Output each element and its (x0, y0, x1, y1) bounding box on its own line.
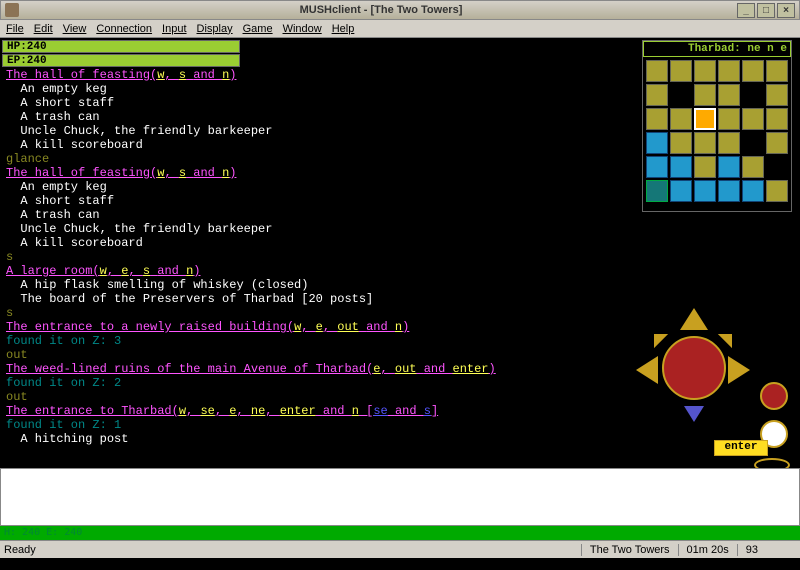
bottom-statusbar: Ready The Two Towers 01m 20s 93 (0, 540, 800, 558)
menu-display[interactable]: Display (197, 23, 233, 35)
menu-edit[interactable]: Edit (34, 23, 53, 35)
output-line: s (6, 250, 794, 264)
compass-west-icon[interactable] (636, 356, 658, 384)
close-button[interactable]: × (777, 3, 795, 18)
compass-oval-icon[interactable] (754, 458, 790, 468)
minimap-grid (643, 57, 791, 205)
compass-ne-icon[interactable] (718, 320, 746, 348)
output-line: A large room(w, e, s and n) (6, 264, 794, 278)
window-titlebar: MUSHclient - [The Two Towers] _ □ × (0, 0, 800, 20)
compass-rose (630, 308, 760, 448)
compass-aux-red[interactable] (760, 382, 788, 410)
status-ready: Ready (4, 544, 36, 556)
minimap[interactable]: Tharbad: ne n e (642, 40, 792, 212)
command-input[interactable] (0, 468, 800, 526)
menu-view[interactable]: View (63, 23, 87, 35)
output-line: A hip flask smelling of whiskey (closed) (6, 278, 794, 292)
status-strip: H: 240 E: 240 (0, 526, 800, 540)
menu-window[interactable]: Window (283, 23, 322, 35)
output-line: A kill scoreboard (6, 236, 794, 250)
compass-nw-icon[interactable] (640, 320, 668, 348)
minimap-title: Tharbad: ne n e (643, 41, 791, 57)
output-line: The board of the Preservers of Tharbad [… (6, 292, 794, 306)
menu-connection[interactable]: Connection (96, 23, 152, 35)
output-line: Uncle Chuck, the friendly barkeeper (6, 222, 794, 236)
compass-south-icon[interactable] (684, 406, 704, 422)
hp-bar: HP:240 (2, 40, 240, 53)
window-title: MUSHclient - [The Two Towers] (25, 4, 737, 16)
minimize-button[interactable]: _ (737, 3, 755, 18)
status-world: The Two Towers (581, 544, 678, 556)
menu-game[interactable]: Game (243, 23, 273, 35)
enter-button[interactable]: enter (714, 440, 768, 456)
compass-center-icon[interactable] (662, 336, 726, 400)
menu-input[interactable]: Input (162, 23, 186, 35)
app-icon (5, 3, 19, 17)
status-time: 01m 20s (678, 544, 737, 556)
menu-file[interactable]: File (6, 23, 24, 35)
status-num: 93 (737, 544, 766, 556)
compass-east-icon[interactable] (728, 356, 750, 384)
menu-bar: File Edit View Connection Input Display … (0, 20, 800, 38)
compass-north-icon[interactable] (680, 308, 708, 330)
maximize-button[interactable]: □ (757, 3, 775, 18)
game-output-area: perglanceThe hall of feasting(w, s and n… (0, 38, 800, 468)
ep-bar: EP:240 (2, 54, 240, 67)
menu-help[interactable]: Help (332, 23, 355, 35)
